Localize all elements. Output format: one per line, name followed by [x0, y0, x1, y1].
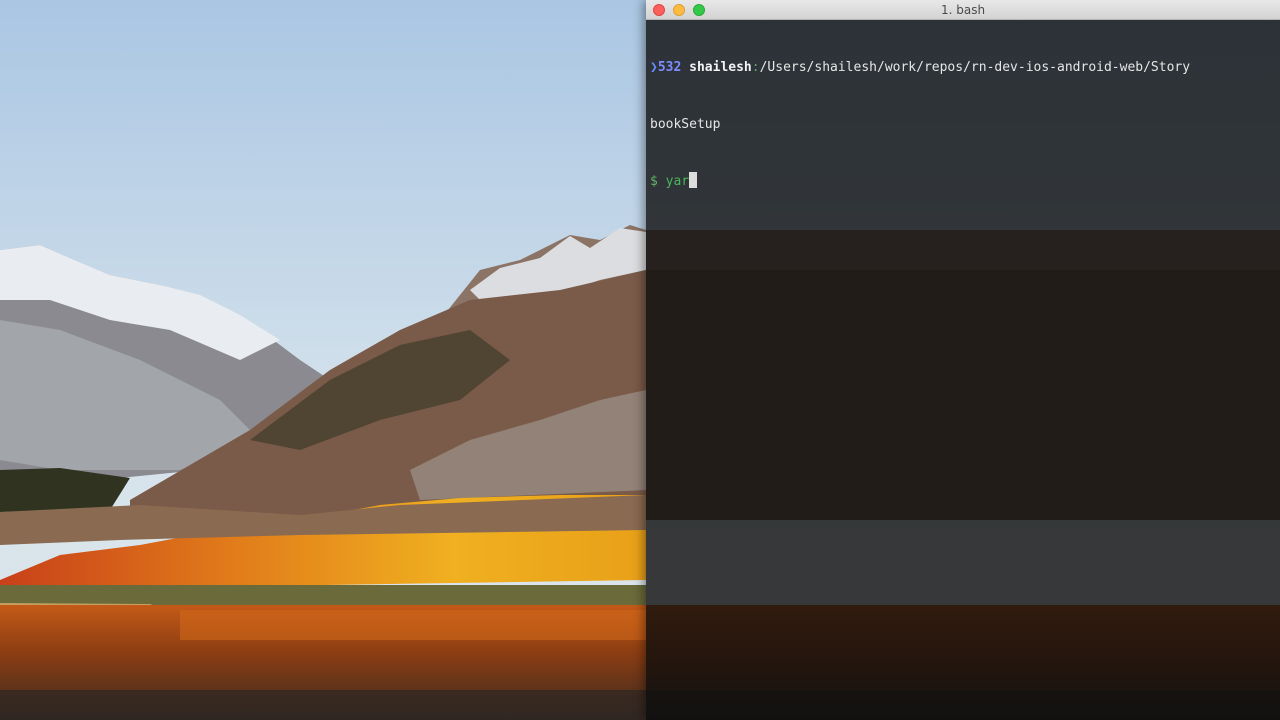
command-input-line[interactable]: $ yar: [650, 172, 1276, 191]
prompt-username: shailesh: [689, 60, 752, 75]
prompt-working-directory: /Users/shailesh/work/repos/rn-dev-ios-an…: [759, 60, 1191, 75]
command-number: 532: [657, 60, 682, 75]
prompt-line: ❯532 shailesh:/Users/shailesh/work/repos…: [650, 58, 1276, 77]
terminal-window[interactable]: 1. bash ❯532 shailesh:/Users/shailesh/wo…: [646, 0, 1280, 720]
prompt-path-separator: :: [751, 60, 760, 75]
typed-command[interactable]: yar: [666, 174, 689, 189]
prompt-line-wrap: bookSetup: [650, 115, 1276, 134]
terminal-output[interactable]: ❯532 shailesh:/Users/shailesh/work/repos…: [650, 20, 1276, 229]
prompt-arrow-icon: ❯: [650, 60, 658, 75]
terminal-title-bar[interactable]: 1. bash: [646, 0, 1280, 20]
text-cursor: [689, 172, 698, 188]
prompt-working-directory-continued: bookSetup: [650, 117, 721, 132]
prompt-symbol: $: [650, 174, 658, 189]
window-title: 1. bash: [940, 3, 986, 17]
desktop: 1. bash ❯532 shailesh:/Users/shailesh/wo…: [0, 0, 1280, 720]
